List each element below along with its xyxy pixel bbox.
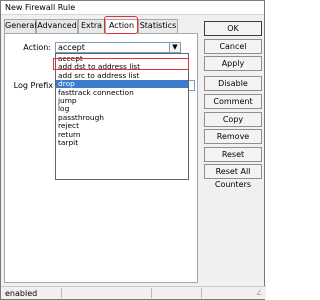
status-bar: enabled ∠ [1,286,266,299]
tab-general[interactable]: General [4,19,37,33]
action-label: Action: [23,43,51,52]
apply-button[interactable]: Apply [204,56,262,71]
reset-counters-button[interactable]: Reset Counters [204,147,262,172]
status-divider [201,288,202,298]
cancel-button[interactable]: Cancel [204,39,262,54]
status-text: enabled [5,289,38,298]
dropdown-option-tarpit[interactable]: tarpit [56,138,188,147]
action-dropdown-list: accept add dst to address list add src t… [55,53,189,180]
tab-extra[interactable]: Extra [78,19,105,33]
remove-button[interactable]: Remove [204,129,262,144]
firewall-rule-window: New Firewall Rule General Advanced Extra… [0,0,266,300]
disable-button[interactable]: Disable [204,76,262,91]
comment-button[interactable]: Comment [204,94,262,109]
window-title: New Firewall Rule [5,3,76,12]
log-prefix-label: Log Prefix [13,81,53,90]
title-bar: New Firewall Rule [1,1,264,15]
drop-option-highlight [53,58,189,70]
tab-action-highlight [104,16,138,34]
dropdown-option-add-src[interactable]: add src to address list [56,71,188,80]
copy-button[interactable]: Copy [204,112,262,127]
action-select[interactable]: accept ▼ [55,42,181,53]
dropdown-option-jump[interactable]: jump [56,96,188,105]
dropdown-arrow-icon[interactable]: ▼ [169,43,180,52]
tab-advanced[interactable]: Advanced [36,19,78,33]
reset-all-counters-button[interactable]: Reset All Counters [204,164,262,189]
status-divider [61,288,62,298]
resize-grip-icon[interactable]: ∠ [256,289,264,297]
action-select-value: accept [58,43,85,52]
tab-statistics[interactable]: Statistics [138,19,178,33]
status-divider [151,288,152,298]
action-panel: Action: accept ▼ Log Prefix accept add d… [4,33,198,283]
ok-button[interactable]: OK [204,21,262,36]
